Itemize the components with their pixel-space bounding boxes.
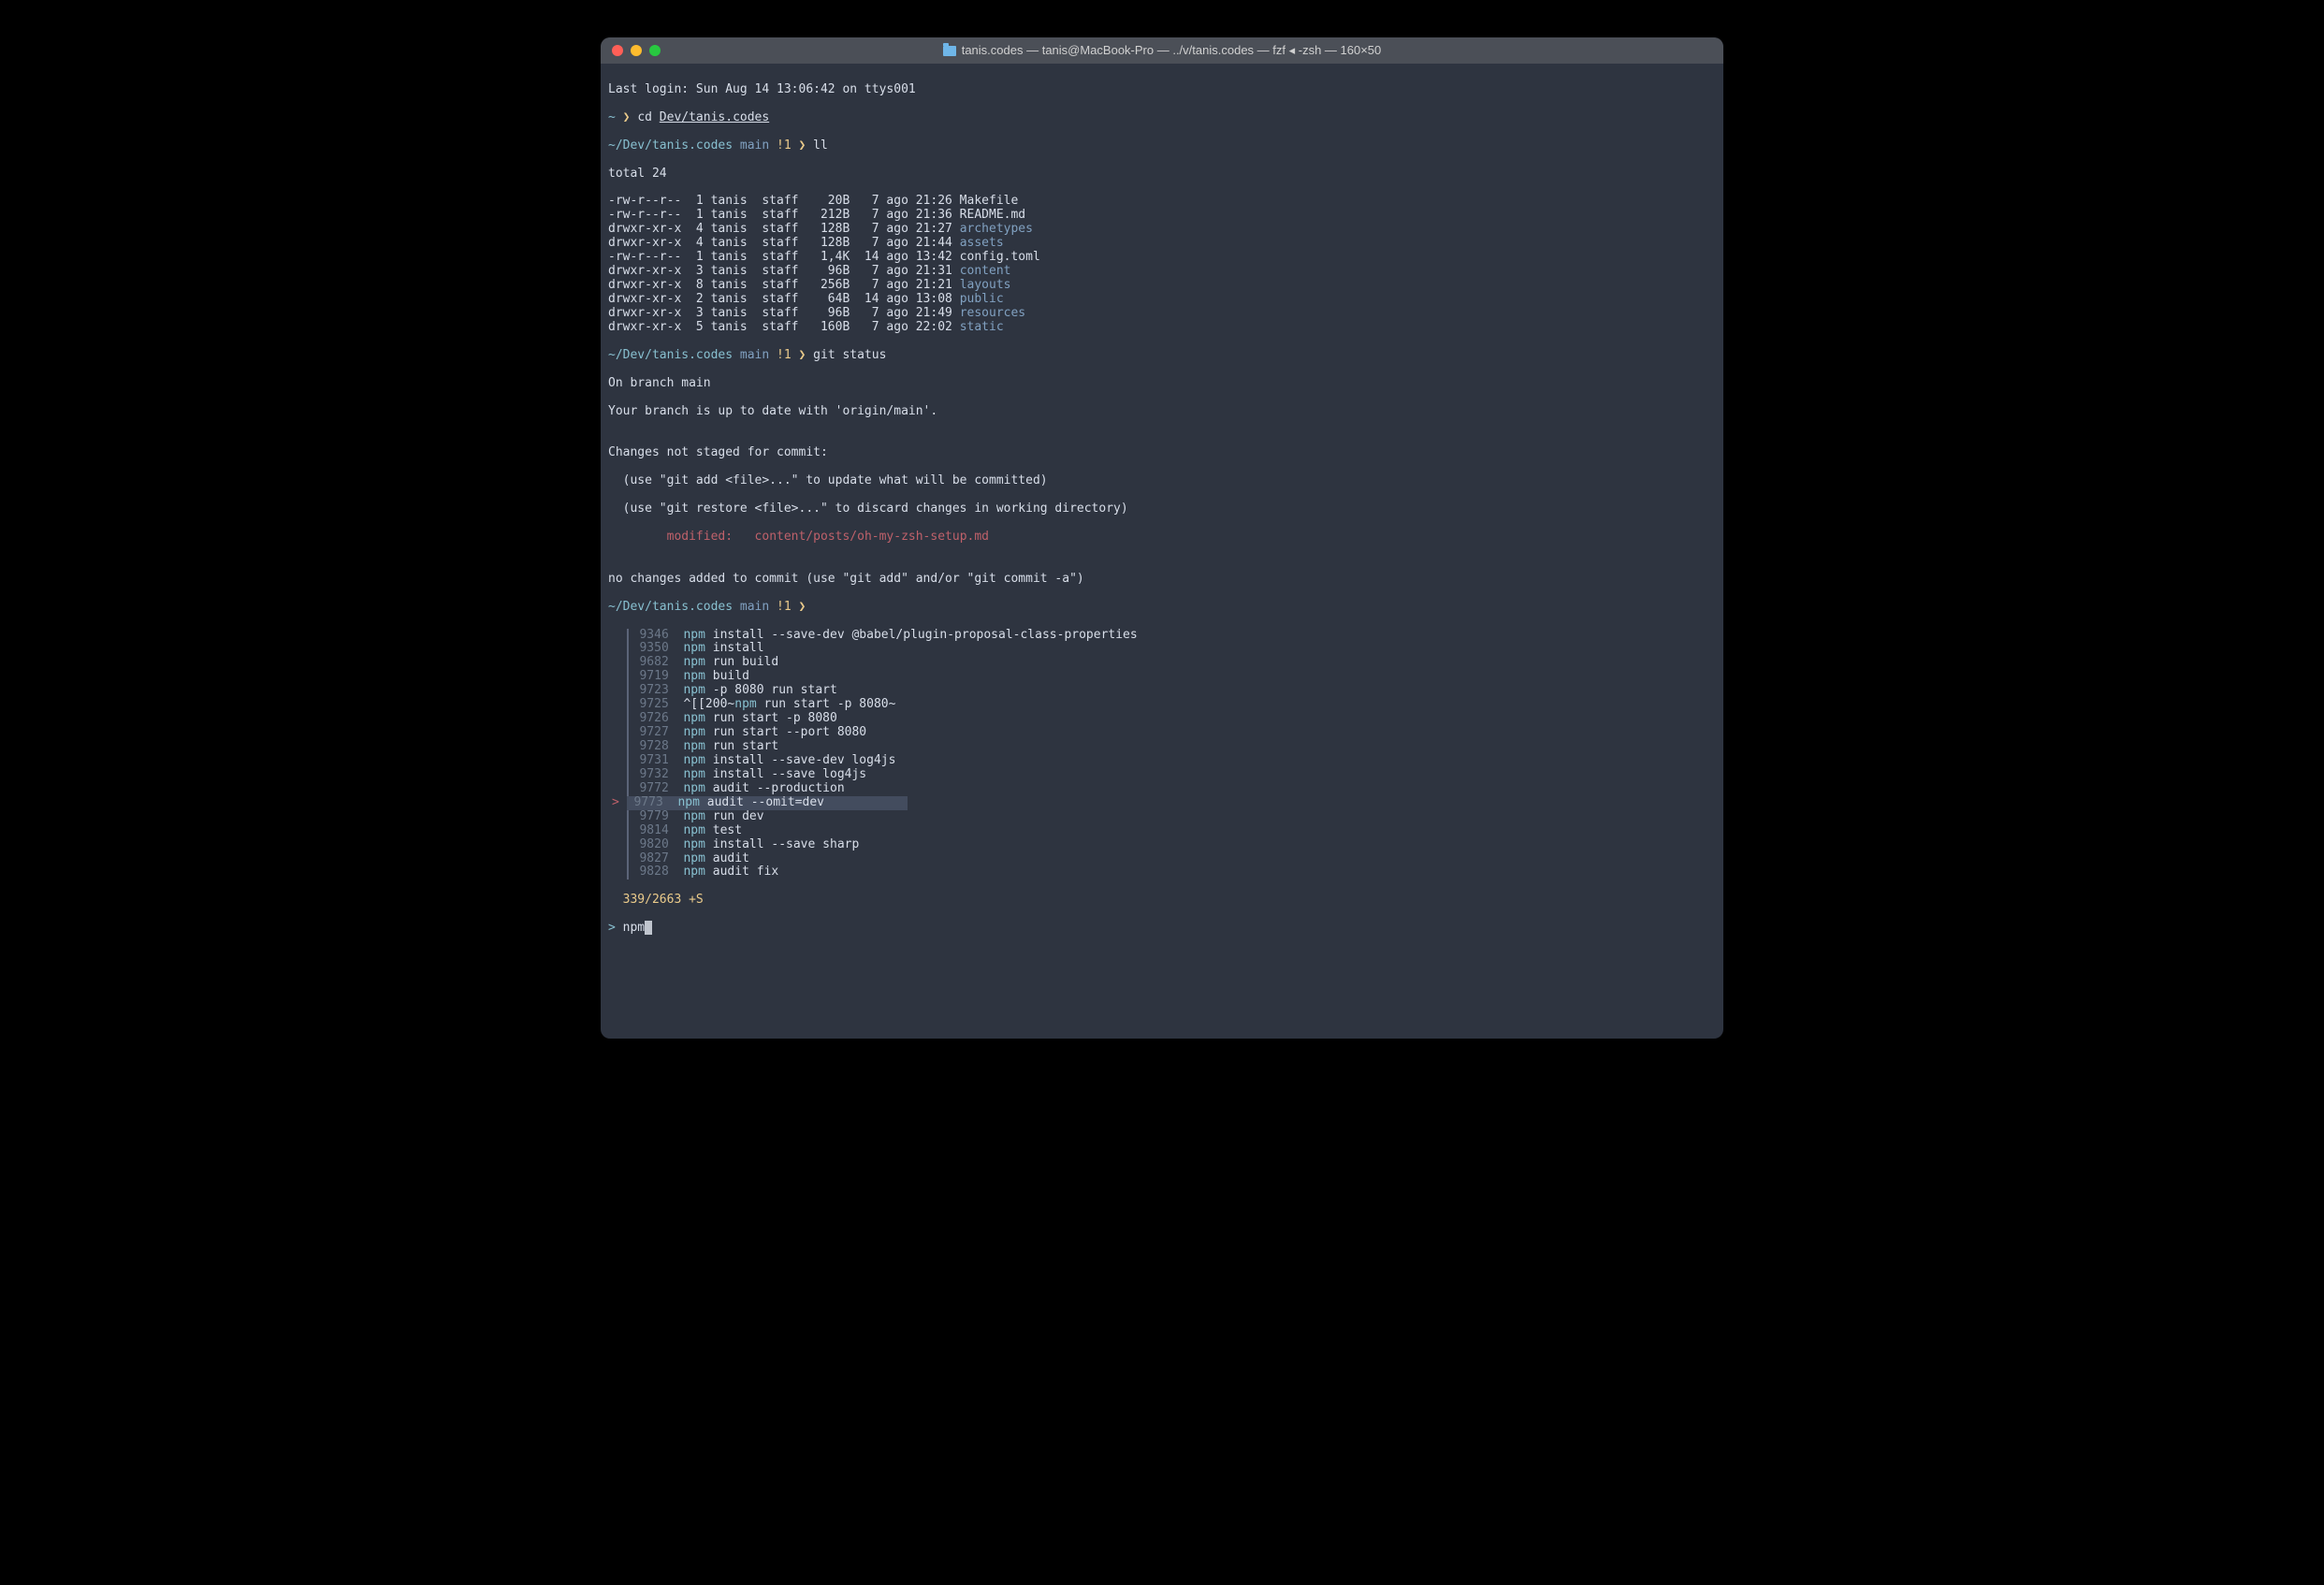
- prompt-line-4: ~/Dev/tanis.codes main !1 ❯: [608, 601, 1716, 615]
- titlebar: tanis.codes — tanis@MacBook-Pro — ../v/t…: [601, 37, 1723, 64]
- ls-row: drwxr-xr-x 3 tanis staff 96B 7 ago 21:31…: [608, 265, 1716, 279]
- prompt-tilde: ~: [608, 110, 616, 124]
- p2-path: ~/Dev/: [608, 138, 652, 153]
- fzf-row[interactable]: 9827 npm audit: [608, 852, 1716, 866]
- fzf-row[interactable]: 9732 npm install --save log4js: [608, 768, 1716, 782]
- p3-cmd: git status: [813, 348, 886, 362]
- p2-flag: !1: [777, 138, 792, 153]
- minimize-icon[interactable]: [631, 45, 642, 56]
- cmd-cd-arg: Dev/tanis.codes: [660, 110, 769, 124]
- git-mod-file: content/posts/oh-my-zsh-setup.md: [755, 530, 989, 544]
- cursor-icon: [645, 921, 652, 935]
- fzf-row[interactable]: 9828 npm audit fix: [608, 865, 1716, 880]
- git-l4: Changes not staged for commit:: [608, 446, 1716, 460]
- window-title: tanis.codes — tanis@MacBook-Pro — ../v/t…: [601, 44, 1723, 58]
- ls-row: drwxr-xr-x 3 tanis staff 96B 7 ago 21:49…: [608, 307, 1716, 321]
- git-l1: On branch main: [608, 377, 1716, 391]
- p2-chevron: ❯: [799, 138, 806, 153]
- git-l6: (use "git restore <file>..." to discard …: [608, 502, 1716, 516]
- git-l9: no changes added to commit (use "git add…: [608, 573, 1716, 587]
- git-l2: Your branch is up to date with 'origin/m…: [608, 405, 1716, 419]
- ls-row: drwxr-xr-x 2 tanis staff 64B 14 ago 13:0…: [608, 293, 1716, 307]
- ls-row: drwxr-xr-x 4 tanis staff 128B 7 ago 21:2…: [608, 223, 1716, 237]
- fzf-row[interactable]: 9719 npm build: [608, 670, 1716, 684]
- traffic-lights: [612, 45, 661, 56]
- fzf-prompt[interactable]: > npm: [608, 922, 1716, 936]
- fzf-prompt-marker: >: [608, 921, 623, 935]
- prompt-line-1: ~ ❯ cd Dev/tanis.codes: [608, 111, 1716, 125]
- fzf-row[interactable]: 9726 npm run start -p 8080: [608, 712, 1716, 726]
- close-icon[interactable]: [612, 45, 623, 56]
- prompt-line-2: ~/Dev/tanis.codes main !1 ❯ ll: [608, 139, 1716, 153]
- fzf-row[interactable]: 9346 npm install --save-dev @babel/plugi…: [608, 629, 1716, 643]
- ls-row: drwxr-xr-x 4 tanis staff 128B 7 ago 21:4…: [608, 237, 1716, 251]
- folder-icon: [943, 46, 956, 56]
- git-l5: (use "git add <file>..." to update what …: [608, 474, 1716, 488]
- last-login: Last login: Sun Aug 14 13:06:42 on ttys0…: [608, 83, 1716, 97]
- prompt-line-3: ~/Dev/tanis.codes main !1 ❯ git status: [608, 349, 1716, 363]
- fzf-row[interactable]: 9728 npm run start: [608, 740, 1716, 754]
- fzf-row[interactable]: 9772 npm audit --production: [608, 782, 1716, 796]
- title-text: tanis.codes — tanis@MacBook-Pro — ../v/t…: [962, 44, 1382, 58]
- fzf-row[interactable]: 9725 ^[[200~npm run start -p 8080~: [608, 698, 1716, 712]
- fzf-row[interactable]: 9682 npm run build: [608, 656, 1716, 670]
- fzf-row[interactable]: 9731 npm install --save-dev log4js: [608, 754, 1716, 768]
- ls-row: -rw-r--r-- 1 tanis staff 1,4K 14 ago 13:…: [608, 251, 1716, 265]
- p2-repo: tanis.codes: [652, 138, 733, 153]
- ls-row: -rw-r--r-- 1 tanis staff 20B 7 ago 21:26…: [608, 195, 1716, 209]
- fzf-row[interactable]: 9779 npm run dev: [608, 810, 1716, 824]
- fzf-results[interactable]: 9346 npm install --save-dev @babel/plugi…: [608, 629, 1716, 880]
- ls-row: drwxr-xr-x 8 tanis staff 256B 7 ago 21:2…: [608, 279, 1716, 293]
- fzf-row[interactable]: 9350 npm install: [608, 642, 1716, 656]
- ls-row: -rw-r--r-- 1 tanis staff 212B 7 ago 21:3…: [608, 209, 1716, 223]
- fzf-query: npm: [623, 921, 645, 935]
- cmd-cd: cd: [637, 110, 659, 124]
- fzf-counter: 339/2663 +S: [608, 894, 1716, 908]
- prompt-chevron: ❯: [623, 110, 631, 124]
- p2-cmd: ll: [813, 138, 828, 153]
- fzf-row[interactable]: 9727 npm run start --port 8080: [608, 726, 1716, 740]
- fzf-row[interactable]: 9820 npm install --save sharp: [608, 838, 1716, 852]
- ls-total: total 24: [608, 167, 1716, 182]
- terminal-body[interactable]: Last login: Sun Aug 14 13:06:42 on ttys0…: [601, 64, 1723, 1039]
- zoom-icon[interactable]: [649, 45, 661, 56]
- ls-listing: -rw-r--r-- 1 tanis staff 20B 7 ago 21:26…: [608, 195, 1716, 334]
- git-modified: modified: content/posts/oh-my-zsh-setup.…: [608, 531, 1716, 545]
- terminal-window: tanis.codes — tanis@MacBook-Pro — ../v/t…: [601, 37, 1723, 1039]
- fzf-row[interactable]: 9814 npm test: [608, 824, 1716, 838]
- ls-row: drwxr-xr-x 5 tanis staff 160B 7 ago 22:0…: [608, 321, 1716, 335]
- fzf-row[interactable]: > 9773 npm audit --omit=dev: [608, 796, 1716, 810]
- fzf-row[interactable]: 9723 npm -p 8080 run start: [608, 684, 1716, 698]
- p2-branch: main: [740, 138, 769, 153]
- git-mod-label: modified:: [608, 530, 755, 544]
